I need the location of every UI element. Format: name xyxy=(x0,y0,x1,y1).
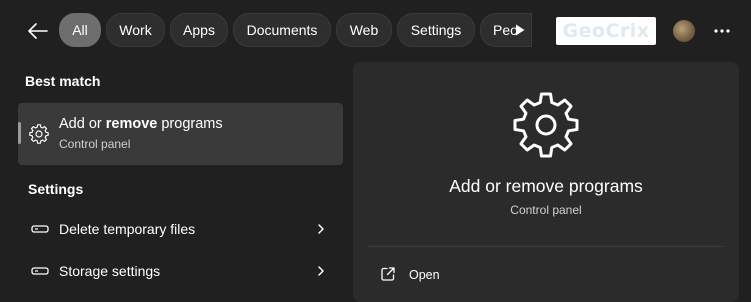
tab-documents[interactable]: Documents xyxy=(233,13,331,47)
open-action[interactable]: Open xyxy=(367,260,667,288)
setting-item-label: Storage settings xyxy=(59,263,161,279)
selection-indicator xyxy=(18,122,21,144)
best-match-title: Add or remove programs xyxy=(59,116,223,132)
settings-heading: Settings xyxy=(28,181,84,197)
chevron-right-icon xyxy=(318,266,324,276)
back-button[interactable] xyxy=(24,18,52,44)
open-action-label: Open xyxy=(409,268,440,282)
divider xyxy=(367,246,723,247)
tab-apps[interactable]: Apps xyxy=(170,13,228,47)
play-triangle-icon xyxy=(516,24,525,36)
gear-icon xyxy=(29,124,49,144)
logo-text: GeoCrix xyxy=(562,20,650,42)
setting-item-storage-settings[interactable]: Storage settings xyxy=(18,251,343,291)
tab-work[interactable]: Work xyxy=(106,13,165,47)
tab-settings[interactable]: Settings xyxy=(397,13,475,47)
tab-web[interactable]: Web xyxy=(336,13,392,47)
setting-item-delete-temporary-files[interactable]: Delete temporary files xyxy=(18,209,343,249)
filter-tabs: All Work Apps Documents Web Settings Peo xyxy=(59,13,532,47)
storage-drive-icon xyxy=(31,225,49,233)
best-match-heading: Best match xyxy=(25,73,101,89)
storage-drive-icon xyxy=(31,267,49,275)
search-top-bar: All Work Apps Documents Web Settings Peo… xyxy=(0,0,751,62)
gear-icon xyxy=(513,92,579,158)
best-match-result[interactable]: Add or remove programs Control panel xyxy=(18,103,343,165)
best-match-subtitle: Control panel xyxy=(59,137,131,151)
setting-item-label: Delete temporary files xyxy=(59,221,196,237)
user-avatar[interactable] xyxy=(673,20,695,42)
preview-subtitle: Control panel xyxy=(510,203,582,217)
preview-panel: Add or remove programs Control panel Ope… xyxy=(353,62,739,302)
chevron-right-icon xyxy=(318,224,324,234)
back-arrow-icon xyxy=(28,23,48,39)
more-dots-icon xyxy=(714,29,730,33)
open-external-icon xyxy=(381,267,395,281)
tab-all[interactable]: All xyxy=(59,13,101,47)
preview-title: Add or remove programs xyxy=(449,176,643,196)
more-options-button[interactable] xyxy=(712,21,732,41)
logo: GeoCrix xyxy=(556,17,656,45)
more-tabs-button[interactable] xyxy=(509,19,531,41)
